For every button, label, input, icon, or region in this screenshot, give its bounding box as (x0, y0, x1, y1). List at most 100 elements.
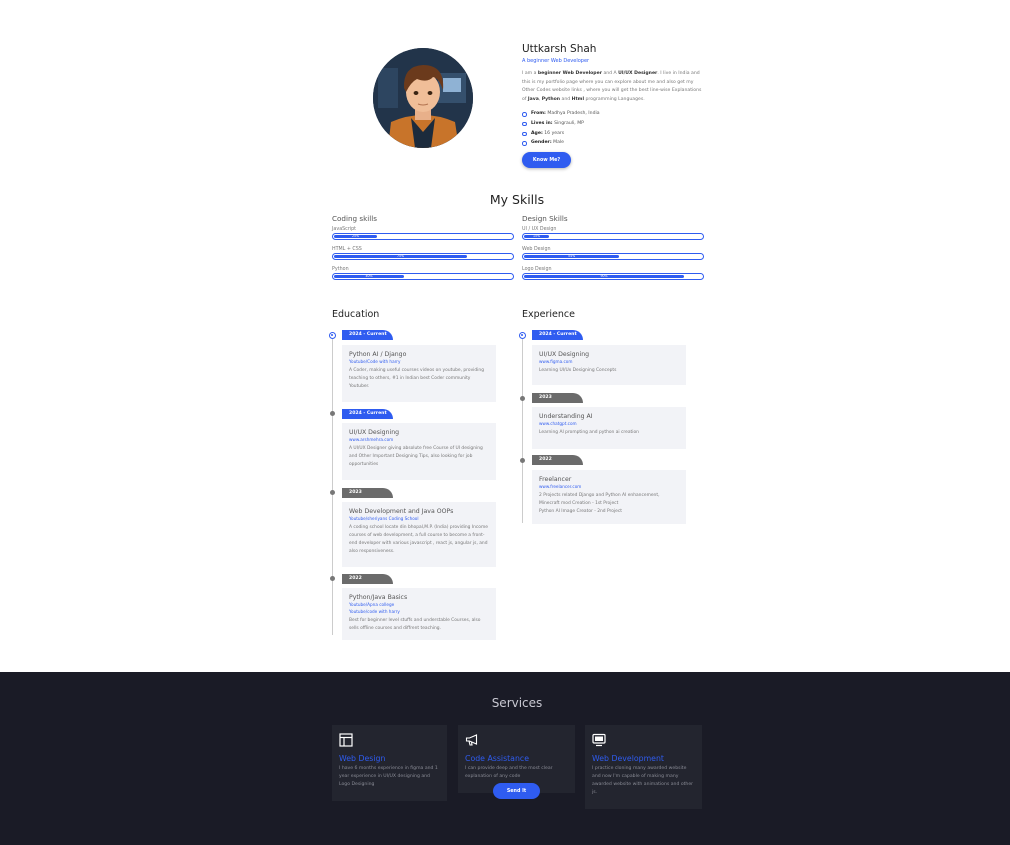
fact-from: From: Madhya Pradesh, India (522, 110, 707, 120)
about-section: Uttkarsh Shah A beginner Web Developer I… (332, 40, 704, 180)
portfolio-page: Uttkarsh Shah A beginner Web Developer I… (0, 0, 1010, 845)
timeline-tag: 2023 (532, 393, 583, 403)
skill-bar: 40% (332, 273, 514, 280)
timeline-tag: 2024 - Current (342, 409, 393, 419)
timeline-dot (330, 576, 335, 581)
skill-bar-fill: 75% (334, 254, 467, 258)
service-card-web-design: Web Design I have 6 months experience in… (332, 725, 447, 801)
card-title: Freelancer (539, 476, 572, 483)
skill-bar: 90% (522, 273, 704, 280)
experience-card: UI/UX Designing www.figma.com Learning U… (532, 345, 686, 385)
skill-bar: 15% (522, 233, 704, 240)
card-link[interactable]: Youtube/Code with harry (349, 358, 489, 365)
card-link[interactable]: Youtube/sheriyans Coding School (349, 515, 489, 522)
timeline-tag: 2022 (342, 574, 393, 584)
education-timeline-line (332, 336, 333, 635)
timeline-tag: 2022 (532, 455, 583, 465)
fact-gender: Gender: Male (522, 139, 707, 149)
timeline-tag: 2023 (342, 488, 393, 498)
skills-title: My Skills (489, 192, 545, 207)
service-title: Web Development (592, 754, 664, 763)
card-link[interactable]: www.freelancer.com (539, 483, 679, 490)
education-card: UI/UX Designing www.arshmehra.com A UI/U… (342, 423, 496, 480)
circle-bullet-icon (522, 121, 527, 127)
fact-age: Age: 16 years (522, 130, 707, 140)
coding-skills-heading: Coding skills (332, 214, 378, 223)
experience-card: Understanding AI www.chatgpt.com Learnin… (532, 407, 686, 449)
skill-bar-fill: 25% (334, 234, 377, 238)
skill-bar-fill: 54% (524, 254, 620, 258)
card-link[interactable]: www.arshmehra.com (349, 436, 489, 443)
card-title: Understanding AI (539, 413, 593, 420)
service-description: I can provide deep and the most clear ex… (465, 766, 553, 779)
timeline-dot-active (519, 332, 526, 339)
timeline-dot (520, 396, 525, 401)
timeline-dot (330, 411, 335, 416)
timeline-dot (330, 490, 335, 495)
timeline-tag: 2024 - Current (532, 330, 583, 340)
know-me-button[interactable]: Know Me? (522, 152, 571, 168)
card-description: A Coder, making useful courses videos on… (349, 368, 484, 389)
card-link[interactable]: www.figma.com (539, 358, 679, 365)
profile-facts: From: Madhya Pradesh, India Lives in: Si… (522, 110, 707, 148)
circle-bullet-icon (522, 131, 527, 137)
service-card-web-development: Web Development I practice cloning many … (585, 725, 702, 809)
skill-bar-fill: 90% (524, 274, 684, 278)
card-link[interactable]: www.chatgpt.com (539, 420, 679, 427)
profile-role: A beginner Web Developer (522, 58, 590, 64)
card-description: A coding school locate din bhopal,M.P. (… (349, 525, 488, 554)
timeline-dot (520, 458, 525, 463)
coding-skills: Coding skills JavaScript 25% HTML + CSS … (332, 214, 514, 286)
education-card: Python/Java Basics Youtube/Apna college … (342, 588, 496, 640)
skill-bar-fill: 40% (334, 274, 404, 278)
fact-lives-in: Lives in: Singrauli, MP (522, 120, 707, 130)
about-info: Uttkarsh Shah A beginner Web Developer I… (522, 40, 707, 149)
skill-label: HTML + CSS (332, 247, 362, 252)
experience-timeline-line (522, 336, 523, 523)
skill-bar-fill: 15% (524, 234, 549, 238)
experience-title: Experience (522, 309, 575, 320)
card-link[interactable]: Youtube/Apna college (349, 601, 489, 608)
service-description: I have 6 months experience in figma and … (339, 766, 438, 787)
card-title: Python/Java Basics (349, 594, 408, 601)
education-card: Web Development and Java OOPs Youtube/sh… (342, 502, 496, 567)
design-skills-heading: Design Skills (522, 214, 568, 223)
skill-bar: 25% (332, 233, 514, 240)
service-description: I practice cloning many awarded website … (592, 766, 694, 795)
send-it-button[interactable]: Send It (493, 783, 540, 799)
monitor-icon (592, 733, 606, 747)
profile-avatar (373, 48, 473, 148)
card-description: Learning AI prompting and python ai crea… (539, 430, 639, 435)
timeline-tag: 2024 - Current (342, 330, 393, 340)
circle-bullet-icon (522, 141, 527, 146)
education-card: Python AI / Django Youtube/Code with har… (342, 345, 496, 402)
card-title: UI/UX Designing (539, 351, 590, 358)
design-skills: Design Skills UI / UX Design 15% Web Des… (522, 214, 704, 286)
experience-card: Freelancer www.freelancer.com 2 Projects… (532, 470, 686, 524)
card-title: Web Development and Java OOPs (349, 508, 454, 515)
card-description: A UI/UX Designer giving absolute free Co… (349, 446, 483, 467)
profile-bio: I am a beginner Web Developer and A UI/U… (522, 71, 702, 102)
service-title: Code Assistance (465, 754, 529, 763)
skill-bar: 75% (332, 253, 514, 260)
layout-icon (339, 733, 353, 747)
card-title: Python AI / Django (349, 351, 407, 358)
megaphone-icon (465, 734, 478, 746)
card-link[interactable]: Youtube/code with harry (349, 608, 489, 615)
skill-bar: 54% (522, 253, 704, 260)
skill-label: UI / UX Design (522, 227, 557, 232)
card-description: Learning UI/Ux Designing Concepts (539, 368, 617, 373)
profile-name: Uttkarsh Shah (522, 43, 597, 55)
card-description: 2 Projects related Django and Python AI … (539, 493, 660, 514)
skill-label: JavaScript (332, 227, 357, 232)
circle-bullet-icon (522, 112, 527, 117)
card-description: Best for beginner level stuffs and under… (349, 618, 481, 631)
services-title: Services (491, 696, 543, 710)
service-title: Web Design (339, 754, 386, 763)
skill-label: Web Design (522, 247, 551, 252)
timeline-dot-active (329, 332, 336, 339)
skill-label: Python (332, 267, 349, 272)
services-footer: Services Web Design I have 6 months expe… (0, 672, 1010, 845)
card-title: UI/UX Designing (349, 429, 400, 436)
skill-label: Logo Design (522, 267, 552, 272)
